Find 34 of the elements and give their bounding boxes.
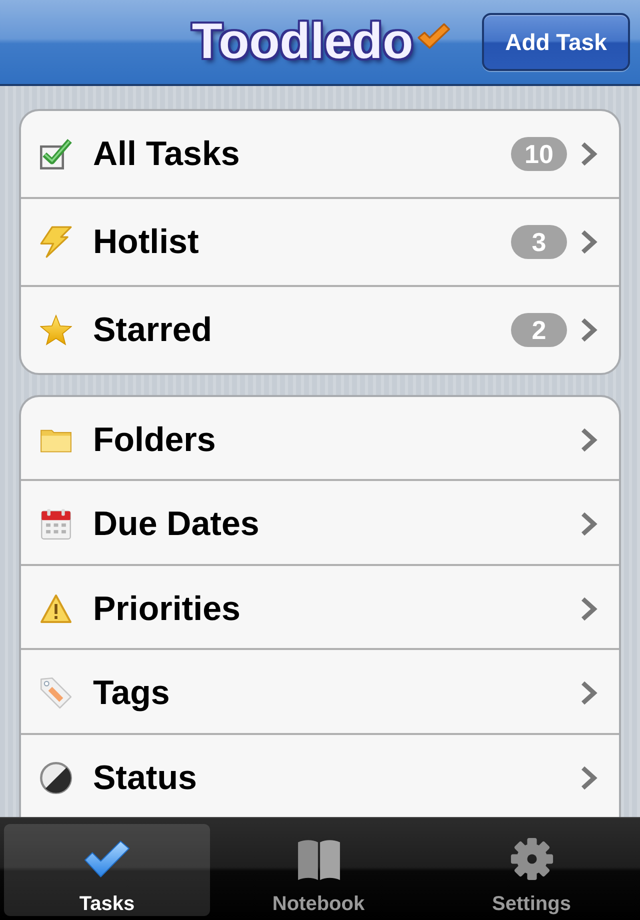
chevron-icon [580, 141, 598, 167]
warning-icon [40, 592, 72, 625]
tab[interactable]: Settings [427, 824, 636, 916]
checkmark-icon [416, 22, 450, 50]
chevron-icon [580, 511, 598, 538]
checkmark-icon [84, 840, 130, 878]
checked-box-icon [40, 138, 72, 170]
list-item[interactable]: Starred 2 [21, 285, 619, 373]
chevron-icon [580, 229, 598, 255]
chevron-icon [580, 596, 598, 622]
star-icon [40, 314, 72, 346]
chevron-icon [580, 317, 598, 343]
lightning-icon [40, 226, 72, 258]
half-filled-circle-icon [40, 762, 72, 794]
book-icon [296, 837, 342, 881]
chevron-icon [580, 680, 598, 706]
list-item[interactable]: Priorities [21, 564, 619, 648]
calendar-icon [40, 508, 72, 540]
list-item[interactable]: Tags [21, 648, 619, 733]
chevron-icon [580, 764, 598, 791]
list-item[interactable]: Folders [21, 397, 619, 480]
add-task-button[interactable]: Add Task [482, 13, 630, 71]
tab[interactable]: Notebook [214, 824, 423, 916]
chevron-icon [580, 427, 598, 453]
count-badge: 3 [511, 225, 567, 259]
list-item[interactable]: All Tasks 10 [21, 111, 619, 197]
logo-text: Toodledo [190, 14, 414, 70]
tab[interactable]: Tasks [4, 824, 210, 916]
count-badge: 10 [511, 137, 567, 171]
count-badge: 2 [511, 313, 567, 347]
settings-icon [510, 837, 554, 881]
list-item[interactable]: Hotlist 3 [21, 197, 619, 285]
tag-icon [40, 677, 72, 710]
list-item[interactable]: Due Dates [21, 479, 619, 564]
